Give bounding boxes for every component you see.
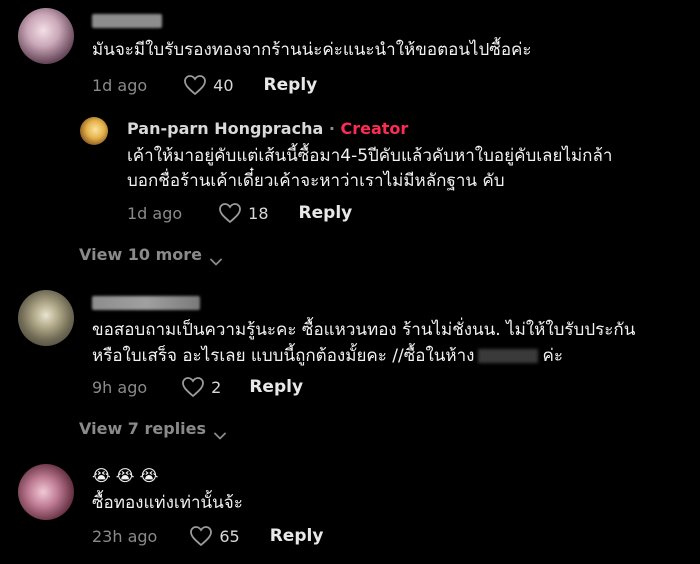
reply-button[interactable]: Reply [264,75,318,95]
chevron-down-icon [210,251,222,265]
comment-meta: 1d ago 40 Reply [92,73,317,97]
separator-dot: · [323,119,341,138]
like-count: 2 [211,377,222,397]
reply-time: 1d ago [127,203,183,223]
creator-reply-line2: บอกชื่อร้านเค้าเดี๋ยวเค้าจะหาว่าเราไม่มี… [127,171,505,191]
comment-text-part: หรือใบเสร็จ อะไรเลย แบบนี้ถูกต้องมั้ยคะ … [92,346,475,366]
reply-button[interactable]: Reply [249,377,303,397]
username-redacted[interactable] [92,14,162,28]
comment-time: 9h ago [92,377,148,397]
avatar[interactable] [18,8,74,64]
heart-icon[interactable] [181,376,205,398]
comment-text-line2: หรือใบเสร็จ อะไรเลย แบบนี้ถูกต้องมั้ยคะ … [92,343,563,370]
comment-meta: 9h ago 2 Reply [92,375,303,399]
avatar[interactable] [18,464,74,520]
creator-badge: Creator [340,119,409,138]
comment-text: ซื้อทองแท่งเท่านั้นจ้ะ [92,493,243,513]
reply-button[interactable]: Reply [270,526,324,546]
creator-name[interactable]: Pan-parn Hongpracha [127,119,323,138]
avatar[interactable] [18,290,74,346]
emoji-row: 😭 😭 😭 [92,466,159,485]
comment-time: 23h ago [92,526,158,546]
like-count: 65 [219,526,240,546]
chevron-down-icon [214,425,226,439]
view-replies[interactable]: View 7 replies [79,419,226,439]
redacted-store-name [478,349,539,363]
comment-text: มันจะมีใบรับรองทองจากร้านน่ะค่ะแนะนำให้ข… [92,40,532,60]
view-more-label: View 10 more [79,245,203,264]
view-more-replies[interactable]: View 10 more [79,245,222,265]
comment-text-part: ค่ะ [542,346,563,366]
heart-icon[interactable] [189,525,213,547]
heart-icon[interactable] [218,202,242,224]
like-count: 40 [213,75,234,95]
comment-meta: 23h ago 65 Reply [92,524,323,548]
creator-name-line: Pan-parn Hongpracha · Creator [127,119,408,138]
comment-time: 1d ago [92,75,148,95]
creator-avatar[interactable] [80,117,108,145]
like-count: 18 [248,203,269,223]
username-redacted[interactable] [92,296,200,310]
comment-text-line1: ขอสอบถามเป็นความรู้นะคะ ซื้อแหวนทอง ร้าน… [92,320,636,340]
heart-icon[interactable] [183,74,207,96]
view-replies-label: View 7 replies [79,419,207,438]
reply-button[interactable]: Reply [299,203,353,223]
creator-reply-meta: 1d ago 18 Reply [127,201,352,225]
creator-reply-line1: เค้าให้มาอยู่คับแต่เส้นนี้ซื้อมา4-5ปีคับ… [127,146,613,166]
